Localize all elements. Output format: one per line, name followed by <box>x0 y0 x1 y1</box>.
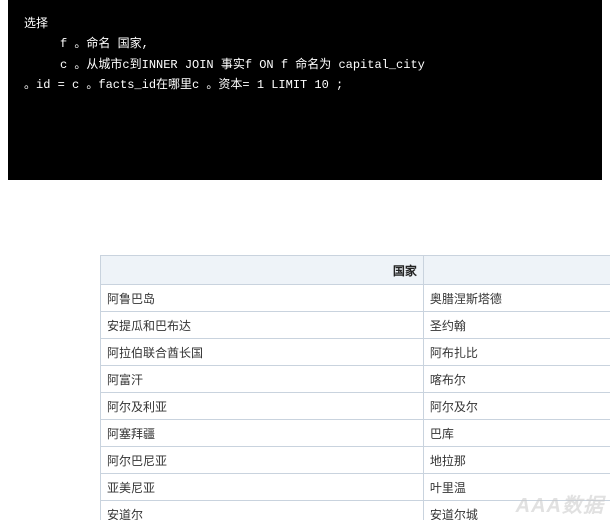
cell-capital: 安道尔城 <box>423 501 610 520</box>
results-table: 国家 首都 阿鲁巴岛 奥腊涅斯塔德 安提瓜和巴布达 圣约翰 阿拉伯联合酋长国 阿… <box>100 255 610 520</box>
cell-capital: 圣约翰 <box>423 312 610 339</box>
table-row: 阿富汗 喀布尔 <box>101 366 610 393</box>
table-row: 阿尔及利亚 阿尔及尔 <box>101 393 610 420</box>
cell-capital: 奥腊涅斯塔德 <box>423 285 610 312</box>
cell-capital: 阿布扎比 <box>423 339 610 366</box>
results-table-wrap: 国家 首都 阿鲁巴岛 奥腊涅斯塔德 安提瓜和巴布达 圣约翰 阿拉伯联合酋长国 阿… <box>100 255 610 520</box>
cell-country: 安提瓜和巴布达 <box>101 312 424 339</box>
table-row: 安道尔 安道尔城 <box>101 501 610 520</box>
header-capital: 首都 <box>423 256 610 285</box>
cell-country: 阿鲁巴岛 <box>101 285 424 312</box>
cell-capital: 喀布尔 <box>423 366 610 393</box>
table-row: 安提瓜和巴布达 圣约翰 <box>101 312 610 339</box>
cell-country: 阿富汗 <box>101 366 424 393</box>
code-line-1: 选择 <box>24 17 48 31</box>
cell-capital: 阿尔及尔 <box>423 393 610 420</box>
cell-country: 亚美尼亚 <box>101 474 424 501</box>
cell-country: 阿塞拜疆 <box>101 420 424 447</box>
cell-country: 阿尔及利亚 <box>101 393 424 420</box>
code-line-4: 。id = c 。facts_id在哪里c 。资本= 1 LIMIT 10 ; <box>24 78 343 92</box>
table-row: 阿鲁巴岛 奥腊涅斯塔德 <box>101 285 610 312</box>
table-row: 亚美尼亚 叶里温 <box>101 474 610 501</box>
table-row: 阿拉伯联合酋长国 阿布扎比 <box>101 339 610 366</box>
cell-capital: 巴库 <box>423 420 610 447</box>
cell-country: 阿拉伯联合酋长国 <box>101 339 424 366</box>
cell-country: 阿尔巴尼亚 <box>101 447 424 474</box>
table-header-row: 国家 首都 <box>101 256 610 285</box>
header-country: 国家 <box>101 256 424 285</box>
code-line-2: f 。命名 国家, <box>24 37 149 51</box>
table-row: 阿尔巴尼亚 地拉那 <box>101 447 610 474</box>
cell-capital: 地拉那 <box>423 447 610 474</box>
table-row: 阿塞拜疆 巴库 <box>101 420 610 447</box>
cell-country: 安道尔 <box>101 501 424 520</box>
code-line-3: c 。从城市c到INNER JOIN 事实f ON f 命名为 capital_… <box>24 58 425 72</box>
cell-capital: 叶里温 <box>423 474 610 501</box>
sql-code-block: 选择 f 。命名 国家, c 。从城市c到INNER JOIN 事实f ON f… <box>8 0 602 180</box>
